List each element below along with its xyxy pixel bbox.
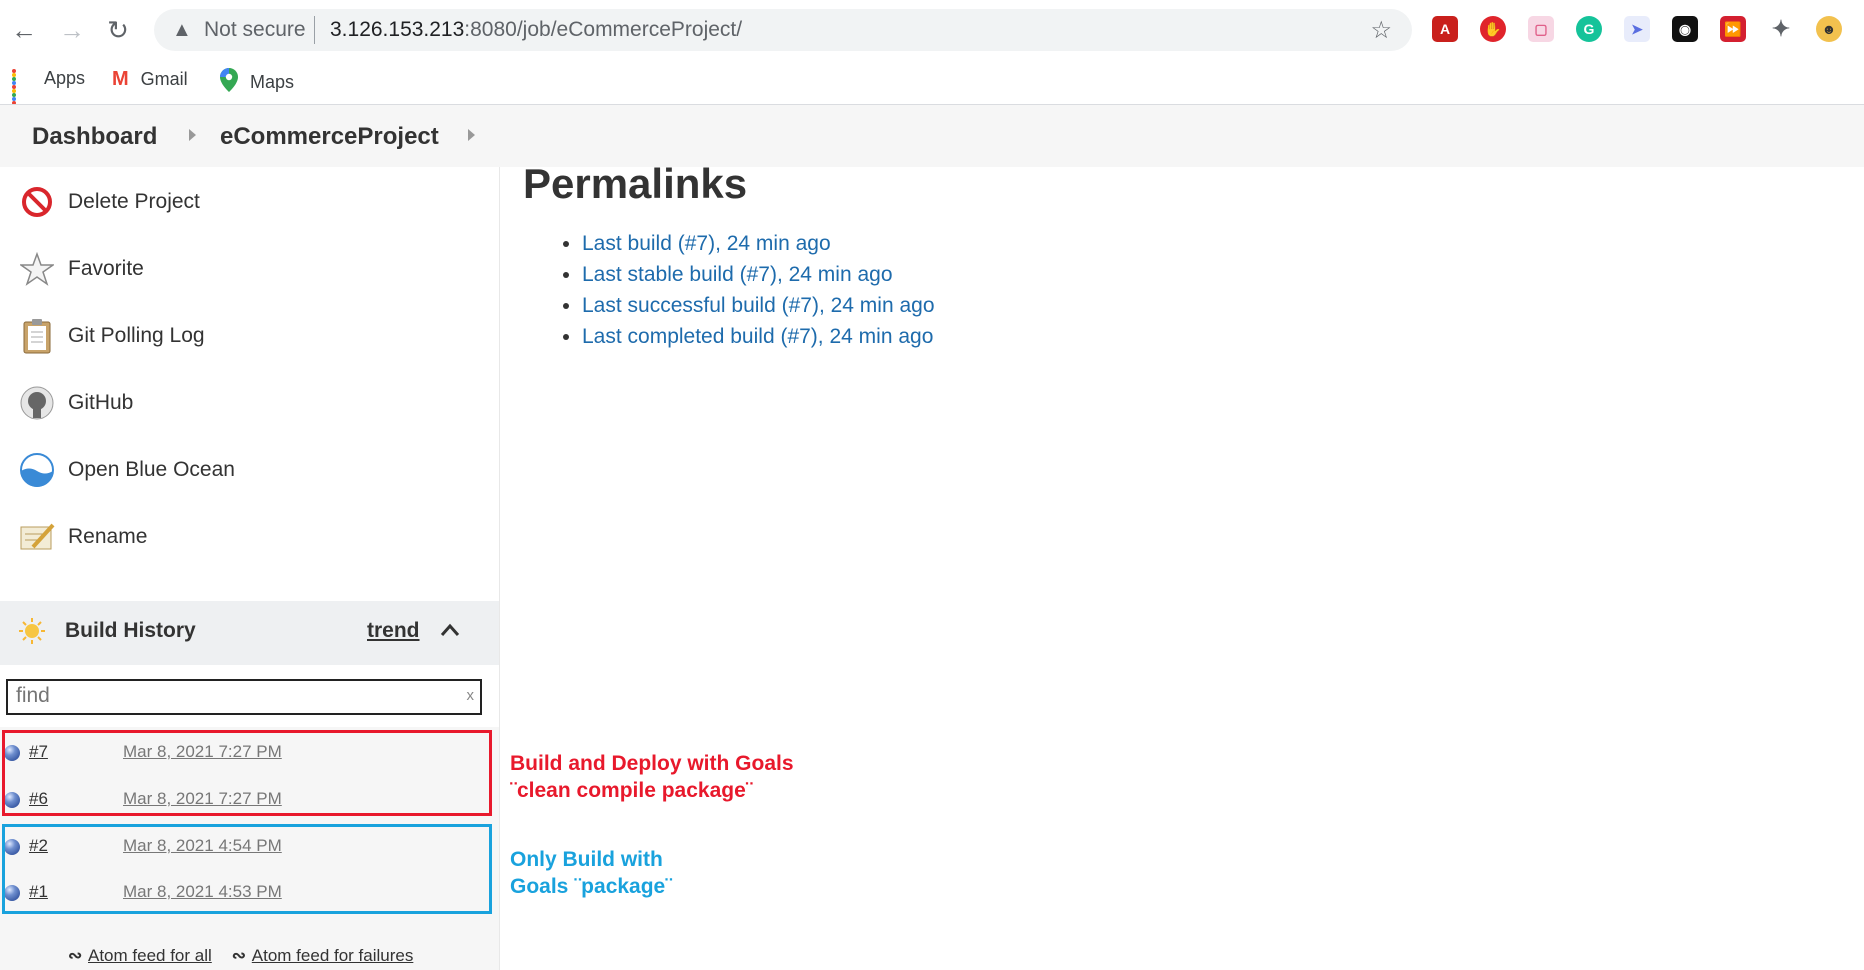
- github-icon: [18, 384, 56, 422]
- back-arrow-icon[interactable]: ←: [8, 14, 40, 46]
- clipboard-icon: [18, 317, 56, 355]
- address-bar[interactable]: ▲ Not secure 3.126.153.213:8080/job/eCom…: [154, 9, 1412, 51]
- warning-icon: ▲: [172, 19, 192, 41]
- clear-search-button[interactable]: x: [467, 687, 475, 704]
- build-history-title: Build History: [65, 619, 196, 642]
- bookmark-star-icon[interactable]: ☆: [1370, 16, 1392, 45]
- breadcrumb-arrow-icon[interactable]: [468, 129, 475, 141]
- grammarly-extension-icon[interactable]: G: [1576, 16, 1602, 42]
- permalink-last-build[interactable]: Last build (#7), 24 min ago: [582, 228, 935, 259]
- bird-extension-icon[interactable]: ➤: [1624, 16, 1650, 42]
- adblock-extension-icon[interactable]: ✋: [1480, 16, 1506, 42]
- feed-all-link[interactable]: ∾ Atom feed for all: [68, 946, 212, 966]
- annotation-box-blue: [2, 824, 492, 914]
- task-label: Open Blue Ocean: [68, 458, 235, 481]
- annotation-box-red: [2, 730, 492, 816]
- security-label: Not secure: [204, 18, 306, 41]
- bookmark-maps-label: Maps: [250, 72, 295, 92]
- task-label: Git Polling Log: [68, 324, 205, 347]
- task-github[interactable]: GitHub: [18, 384, 133, 422]
- blue-ocean-icon: [18, 451, 56, 489]
- task-git-polling-log[interactable]: Git Polling Log: [18, 317, 205, 355]
- breadcrumb-project[interactable]: eCommerceProject: [220, 123, 439, 151]
- permalink-last-successful[interactable]: Last successful build (#7), 24 min ago: [582, 290, 935, 321]
- task-open-blue-ocean[interactable]: Open Blue Ocean: [18, 451, 235, 489]
- tv-extension-icon[interactable]: ▢: [1528, 16, 1554, 42]
- profile-avatar[interactable]: ☻: [1816, 16, 1842, 42]
- permalinks-list: Last build (#7), 24 min ago Last stable …: [560, 228, 935, 352]
- apps-grid-icon: [12, 68, 32, 105]
- breadcrumb: Dashboard eCommerceProject: [0, 105, 1864, 167]
- collapse-chevron-icon[interactable]: [440, 617, 460, 643]
- page-title: Permalinks: [523, 160, 748, 207]
- address-separator: [314, 16, 315, 44]
- task-label: GitHub: [68, 391, 134, 414]
- rename-icon: [18, 518, 56, 556]
- bookmark-gmail[interactable]: M Gmail: [112, 68, 188, 91]
- bookmark-gmail-label: Gmail: [140, 69, 188, 89]
- atom-feeds: ∾ Atom feed for all ∾ Atom feed for failur…: [68, 946, 413, 966]
- build-search-box: x: [6, 679, 482, 715]
- pdf-extension-icon[interactable]: A: [1432, 16, 1458, 42]
- forward-arrow-icon[interactable]: →: [56, 14, 88, 46]
- build-search-input[interactable]: [8, 681, 454, 711]
- task-rename[interactable]: Rename: [18, 518, 147, 556]
- breadcrumb-arrow-icon[interactable]: [189, 129, 196, 141]
- sun-weather-icon: [18, 617, 46, 650]
- rss-icon: ∾: [68, 946, 83, 965]
- url-text[interactable]: 3.126.153.213:8080/job/eCommerceProject/: [330, 18, 742, 42]
- reload-icon[interactable]: ↻: [102, 14, 134, 46]
- build-history-header: Build History trend: [0, 601, 499, 665]
- task-label: Delete Project: [68, 190, 200, 213]
- permalink-last-stable[interactable]: Last stable build (#7), 24 min ago: [582, 259, 935, 290]
- star-icon: [18, 250, 56, 288]
- browser-toolbar: ← → ↻ ▲ Not secure 3.126.153.213:8080/jo…: [0, 0, 1864, 60]
- permalink-last-completed[interactable]: Last completed build (#7), 24 min ago: [582, 321, 935, 352]
- bookmark-apps[interactable]: Apps: [12, 68, 86, 105]
- rss-icon: ∾: [231, 946, 247, 965]
- breadcrumb-dashboard[interactable]: Dashboard: [32, 123, 157, 151]
- delete-icon: [18, 183, 56, 221]
- task-label: Favorite: [68, 257, 144, 280]
- trend-link[interactable]: trend: [367, 619, 420, 643]
- puzzle-extensions-icon[interactable]: ✦: [1768, 16, 1794, 42]
- maps-pin-icon: [220, 68, 238, 97]
- bookmark-apps-label: Apps: [44, 68, 86, 88]
- feed-failures-link[interactable]: ∾ Atom feed for failures: [232, 946, 414, 966]
- annotation-note-red: Build and Deploy with Goals ¨clean compi…: [510, 752, 794, 802]
- gmail-icon: M: [112, 68, 129, 90]
- bookmarks-bar: Apps M Gmail Maps: [0, 62, 1864, 105]
- glasses-extension-icon[interactable]: ◉: [1672, 16, 1698, 42]
- task-favorite[interactable]: Favorite: [18, 250, 144, 288]
- annotation-note-blue: Only Build with Goals ¨package¨: [510, 848, 673, 898]
- bookmark-maps[interactable]: Maps: [220, 68, 294, 97]
- task-delete-project[interactable]: Delete Project: [18, 183, 200, 221]
- task-label: Rename: [68, 525, 148, 548]
- media-extension-icon[interactable]: ⏩: [1720, 16, 1746, 42]
